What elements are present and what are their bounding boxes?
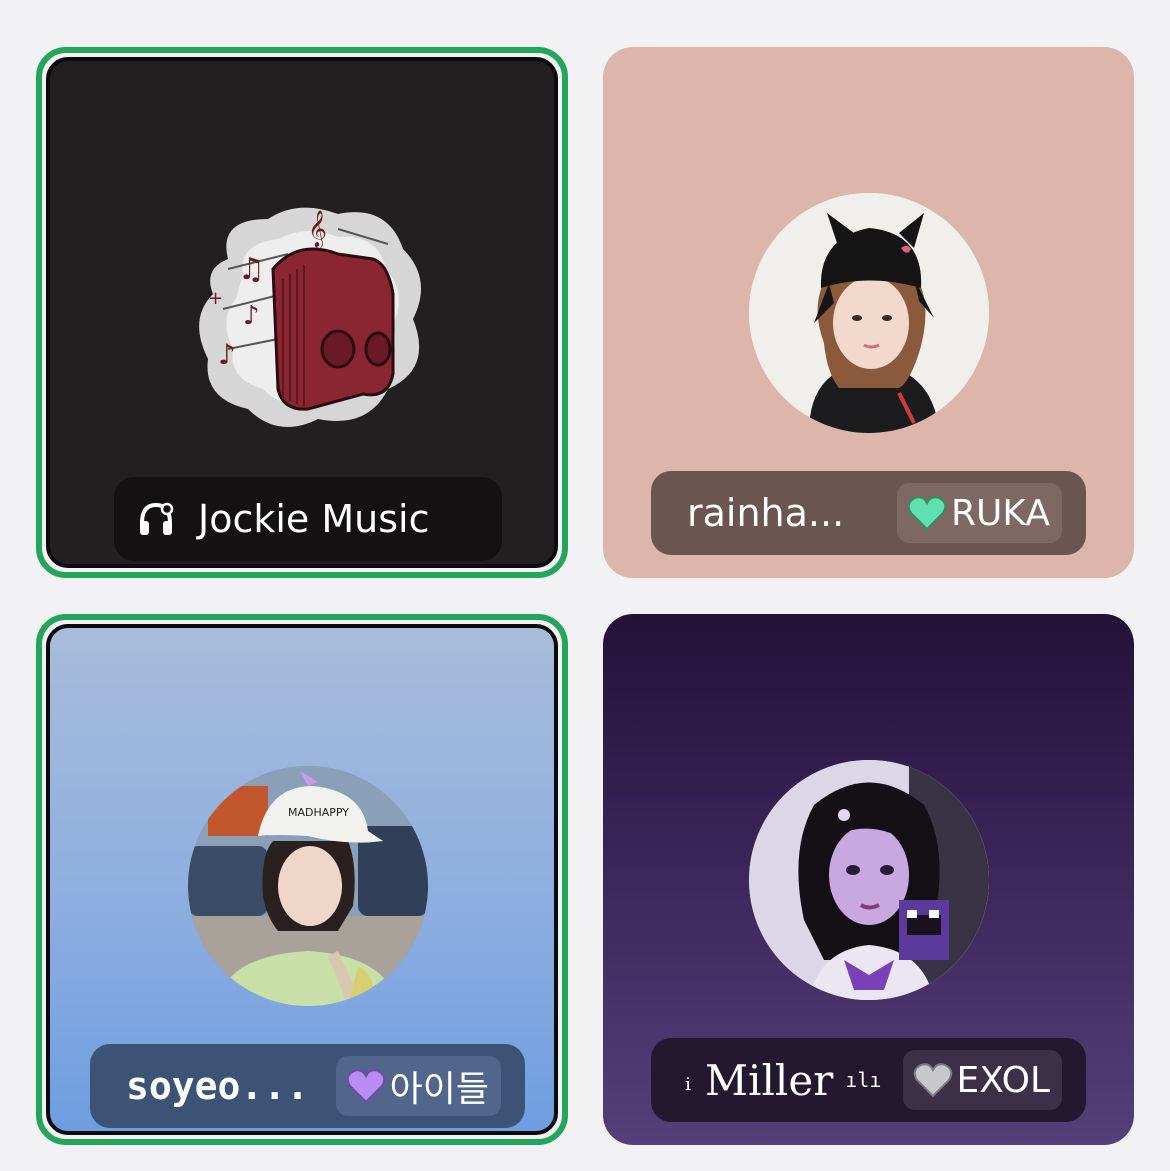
display-name: rainha... (687, 491, 845, 535)
name-plate: ᵢ Miller ılı EXOL (651, 1038, 1086, 1122)
svg-text:♪: ♪ (243, 301, 260, 331)
user-avatar-photo-icon (749, 760, 989, 1000)
user-avatar-photo-icon (749, 193, 989, 433)
green-heart-icon (907, 496, 947, 531)
name-suffix-glyph: ılı (845, 1068, 882, 1092)
role-tag: RUKA (897, 483, 1062, 543)
avatar-jockie-music: ♫ 𝄞 ♪ ♪ + (188, 199, 428, 439)
avatar-miller (749, 760, 989, 1000)
svg-text:♪: ♪ (218, 338, 236, 371)
name-plate: Jockie Music (114, 477, 502, 561)
name-plate: soyeo... 아이들 (90, 1044, 525, 1128)
display-name: soyeo... (126, 1064, 310, 1108)
name-plate: rainha... RUKA (651, 471, 1086, 555)
svg-text:+: + (208, 288, 223, 309)
name-prefix-glyph: ᵢ (685, 1062, 692, 1098)
svg-text:MADHAPPY: MADHAPPY (288, 806, 349, 819)
purple-heart-icon (346, 1069, 385, 1104)
participant-tile-rainha[interactable]: rainha... RUKA (603, 47, 1134, 578)
participant-tile-soyeo[interactable]: MADHAPPY soyeo... 아이들 (36, 614, 568, 1145)
participant-tile-miller[interactable]: ᵢ Miller ılı EXOL (603, 614, 1134, 1145)
tag-label: RUKA (951, 492, 1050, 534)
participant-tile-jockie-music[interactable]: ♫ 𝄞 ♪ ♪ + Jockie Music (36, 47, 568, 578)
avatar-soyeo: MADHAPPY (188, 766, 428, 1006)
user-avatar-photo-icon: MADHAPPY (188, 766, 428, 1006)
tag-label: EXOL (956, 1059, 1051, 1101)
role-tag: 아이들 (335, 1056, 501, 1116)
display-name: Miller (705, 1055, 834, 1105)
tag-label: 아이들 (389, 1069, 489, 1110)
headphones-icon (140, 502, 174, 535)
svg-text:♫: ♫ (238, 252, 265, 287)
role-tag: EXOL (902, 1050, 1062, 1110)
svg-text:𝄞: 𝄞 (308, 209, 327, 248)
avatar-rainha (749, 193, 989, 433)
discord-music-mascot-icon: ♫ 𝄞 ♪ ♪ + (199, 207, 421, 427)
gray-heart-icon (913, 1063, 952, 1098)
display-name: Jockie Music (198, 497, 430, 541)
